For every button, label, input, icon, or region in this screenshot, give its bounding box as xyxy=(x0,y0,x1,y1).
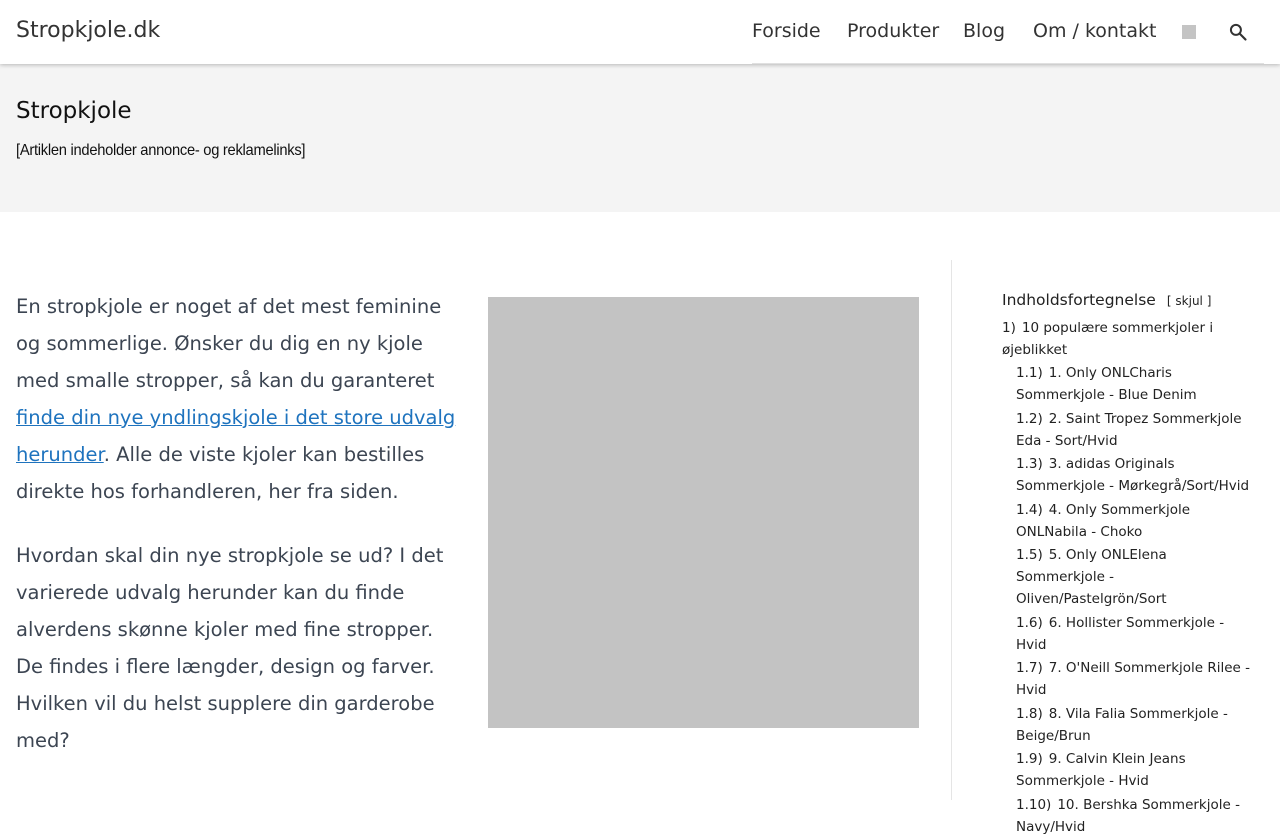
toc-subitem[interactable]: 1.10) 10. Bershka Sommerkjole - Navy/Hvid xyxy=(1016,794,1252,838)
ad-disclaimer: [Artiklen indeholder annonce- og reklame… xyxy=(16,142,306,159)
toc-toggle-button[interactable]: [ skjul ] xyxy=(1167,294,1211,308)
article-image xyxy=(488,297,919,728)
toc-subitem-number: 1.10) xyxy=(1016,796,1052,813)
table-of-contents: Indholdsfortegnelse [ skjul ] 1) 10 popul… xyxy=(1002,290,1252,839)
toc-subitem-number: 1.2) xyxy=(1016,410,1043,427)
search-icon[interactable] xyxy=(1228,22,1248,42)
toc-item-number: 1) xyxy=(1002,320,1016,336)
sidebar-divider xyxy=(951,260,952,800)
toc-subitem[interactable]: 1.1) 1. Only ONLCharis Sommerkjole - Blue… xyxy=(1016,362,1252,406)
hero-banner: Stropkjole [Artiklen indeholder annonce-… xyxy=(0,64,1280,212)
toc-subitem-label[interactable]: 2. Saint Tropez Sommerkjole Eda - Sort/H… xyxy=(1016,411,1242,449)
toc-subitem[interactable]: 1.4) 4. Only Sommerkjole ONLNabila - Chok… xyxy=(1016,499,1252,543)
toc-subitem[interactable]: 1.6) 6. Hollister Sommerkjole - Hvid xyxy=(1016,612,1252,656)
toc-subitem-number: 1.3) xyxy=(1016,456,1043,472)
toc-subitem-label[interactable]: 7. O'Neill Sommerkjole Rilee - Hvid xyxy=(1016,660,1250,698)
toc-item[interactable]: 1) 10 populære sommerkjoler i øjeblikket 1… xyxy=(1002,317,1252,838)
page-title: Stropkjole xyxy=(16,98,132,124)
toc-subitem[interactable]: 1.5) 5. Only ONLElena Sommerkjole - Olive… xyxy=(1016,544,1252,610)
article-paragraph-2: Hvordan skal din nye stropkjole se ud? I… xyxy=(16,544,444,752)
toc-header: Indholdsfortegnelse [ skjul ] xyxy=(1002,290,1252,309)
site-header: Stropkjole.dk Forside Produkter Blog Om … xyxy=(0,0,1280,64)
toc-subitem[interactable]: 1.7) 7. O'Neill Sommerkjole Rilee - Hvid xyxy=(1016,657,1252,701)
toc-subitem[interactable]: 1.3) 3. adidas Originals Sommerkjole - Mø… xyxy=(1016,453,1252,497)
paragraph-text: En stropkjole er noget af det mest femin… xyxy=(16,295,442,392)
toc-list: 1) 10 populære sommerkjoler i øjeblikket 1… xyxy=(1002,317,1252,838)
toc-subitem-label[interactable]: 3. adidas Originals Sommerkjole - Mørkeg… xyxy=(1016,456,1249,494)
toc-subitem-number: 1.9) xyxy=(1016,751,1043,767)
nav-square-icon[interactable] xyxy=(1182,25,1196,39)
nav-om-kontakt[interactable]: Om / kontakt xyxy=(1033,20,1156,42)
toc-subitem-label[interactable]: 8. Vila Falia Sommerkjole - Beige/Brun xyxy=(1016,706,1228,744)
toc-item-label[interactable]: 10 populære sommerkjoler i øjeblikket xyxy=(1002,320,1213,358)
article-intro: En stropkjole er noget af det mest femin… xyxy=(16,288,461,510)
toc-subitem-number: 1.1) xyxy=(1016,365,1043,381)
nav-forside[interactable]: Forside xyxy=(752,20,821,42)
toc-subitem-number: 1.4) xyxy=(1016,501,1043,518)
toc-subitem-number: 1.6) xyxy=(1016,614,1043,631)
article-body: Hvordan skal din nye stropkjole se ud? I… xyxy=(16,537,461,759)
toc-subitem-number: 1.5) xyxy=(1016,547,1043,563)
site-logo[interactable]: Stropkjole.dk xyxy=(16,18,160,43)
nav-produkter[interactable]: Produkter xyxy=(847,20,939,42)
toc-subitem-label[interactable]: 1. Only ONLCharis Sommerkjole - Blue Den… xyxy=(1016,365,1197,403)
toc-subitem-label[interactable]: 6. Hollister Sommerkjole - Hvid xyxy=(1016,615,1224,653)
nav-blog[interactable]: Blog xyxy=(963,20,1005,42)
toc-subitem[interactable]: 1.9) 9. Calvin Klein Jeans Sommerkjole - … xyxy=(1016,748,1252,792)
toc-subitem-number: 1.7) xyxy=(1016,660,1043,676)
toc-subitem[interactable]: 1.8) 8. Vila Falia Sommerkjole - Beige/Br… xyxy=(1016,703,1252,747)
toc-subitem[interactable]: 1.2) 2. Saint Tropez Sommerkjole Eda - So… xyxy=(1016,408,1252,452)
toc-title: Indholdsfortegnelse xyxy=(1002,291,1156,309)
main-nav: Forside Produkter Blog Om / kontakt xyxy=(752,0,1264,64)
article-paragraph-1: En stropkjole er noget af det mest femin… xyxy=(16,288,461,510)
toc-sublist: 1.1) 1. Only ONLCharis Sommerkjole - Blue… xyxy=(1016,362,1252,838)
toc-subitem-number: 1.8) xyxy=(1016,705,1043,722)
